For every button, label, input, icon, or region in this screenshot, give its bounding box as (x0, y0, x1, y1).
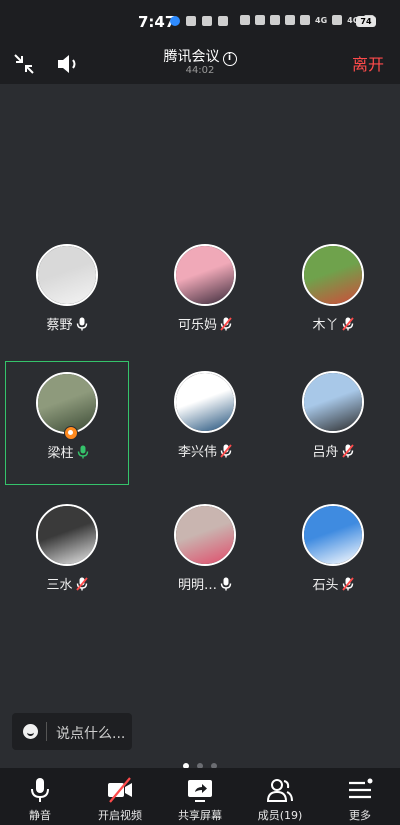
share-screen-icon (188, 780, 212, 802)
mic-muted-icon (341, 444, 354, 458)
avatar (36, 244, 98, 306)
mic-muted-icon (341, 577, 354, 591)
participant-name: 木丫 (312, 318, 339, 333)
share-screen-button[interactable]: 共享屏幕 (160, 768, 240, 825)
meeting-title-text: 腾讯会议 (163, 49, 220, 65)
participant-label: 明明… (143, 574, 267, 593)
members-icon (266, 779, 293, 802)
signal-1-label: 4G (315, 15, 328, 25)
status-notification-icons (170, 16, 228, 26)
info-icon[interactable]: i (222, 52, 237, 66)
participant-tile[interactable]: 三水 (5, 494, 129, 618)
participant-tile[interactable]: 李兴伟 (143, 361, 267, 485)
participant-label: 三水 (5, 574, 129, 593)
more-button[interactable]: 更多 (320, 768, 400, 825)
mute-label: 静音 (29, 809, 51, 822)
more-label: 更多 (349, 809, 371, 822)
mic-status-icon (285, 15, 295, 25)
assistant-icon (202, 16, 212, 26)
signal-1-icon (332, 15, 343, 25)
record-icon (218, 16, 228, 26)
status-system-icons: 4G 4G (240, 15, 375, 25)
participant-name: 石头 (312, 578, 339, 593)
participant-tile[interactable]: 吕舟 (271, 361, 395, 485)
participant-label: 可乐妈 (143, 314, 267, 333)
participant-tile[interactable]: 可乐妈 (143, 234, 267, 358)
host-badge-icon (64, 426, 78, 440)
more-menu-icon (349, 778, 373, 799)
nfc-icon (240, 15, 250, 25)
participant-name: 梁柱 (47, 446, 74, 461)
participant-tile[interactable]: 蔡野 (5, 234, 129, 358)
participant-label: 吕舟 (271, 441, 395, 460)
participant-name: 蔡野 (46, 318, 73, 333)
status-bar: 7:47 4G 4G 74 (0, 0, 400, 44)
participant-label: 蔡野 (5, 314, 129, 333)
mic-muted-icon (220, 444, 232, 458)
mic-icon (77, 445, 89, 459)
share-screen-label: 共享屏幕 (178, 809, 222, 822)
participant-tile[interactable]: 石头 (271, 494, 395, 618)
chat-placeholder: 说点什么... (56, 726, 126, 742)
participant-name: 三水 (46, 578, 73, 593)
avatar (174, 504, 236, 566)
meeting-header: 腾讯会议 i 44:02 离开 (0, 44, 400, 84)
bottom-toolbar: 静音 开启视频 共享屏幕 成员(19) 更多 (0, 768, 400, 825)
vibrate-icon (300, 15, 310, 25)
participant-name: 吕舟 (312, 445, 339, 460)
start-video-button[interactable]: 开启视频 (80, 768, 160, 825)
members-label: 成员(19) (257, 809, 303, 822)
mic-muted-icon (75, 577, 88, 591)
avatar (174, 244, 236, 306)
app-notification-icon (170, 16, 180, 26)
leave-button[interactable]: 离开 (352, 51, 384, 75)
participant-tile[interactable]: 梁柱 (5, 361, 129, 485)
participant-tile[interactable]: 木丫 (271, 234, 395, 358)
microphone-icon (31, 778, 49, 802)
mic-muted-icon (341, 317, 354, 331)
meeting-title[interactable]: 腾讯会议 i (0, 46, 400, 66)
translate-icon (186, 16, 196, 26)
members-button[interactable]: 成员(19) (240, 768, 320, 825)
participant-name: 李兴伟 (177, 445, 217, 460)
participant-label: 石头 (271, 574, 395, 593)
participant-label: 木丫 (271, 314, 395, 333)
start-video-label: 开启视频 (98, 809, 142, 822)
alarm-icon (255, 15, 265, 25)
meeting-duration: 44:02 (185, 65, 215, 76)
avatar (36, 504, 98, 566)
avatar (302, 244, 364, 306)
mic-icon (220, 577, 232, 591)
emoji-icon[interactable] (23, 724, 38, 739)
participant-label: 李兴伟 (143, 441, 267, 460)
battery-icon: 74 (356, 16, 376, 27)
mic-muted-icon (220, 317, 232, 331)
chat-input[interactable]: 说点什么... (12, 713, 132, 750)
camera-off-icon (108, 777, 132, 803)
avatar (302, 504, 364, 566)
mute-button[interactable]: 静音 (0, 768, 80, 825)
avatar (174, 371, 236, 433)
avatar (302, 371, 364, 433)
participant-tile[interactable]: 明明… (143, 494, 267, 618)
participant-name: 可乐妈 (177, 318, 217, 333)
mic-icon (76, 317, 88, 331)
bluetooth-icon (270, 15, 280, 25)
participant-name: 明明… (177, 578, 217, 593)
participant-label: 梁柱 (6, 442, 130, 461)
avatar (36, 372, 98, 434)
chat-divider (46, 722, 47, 741)
